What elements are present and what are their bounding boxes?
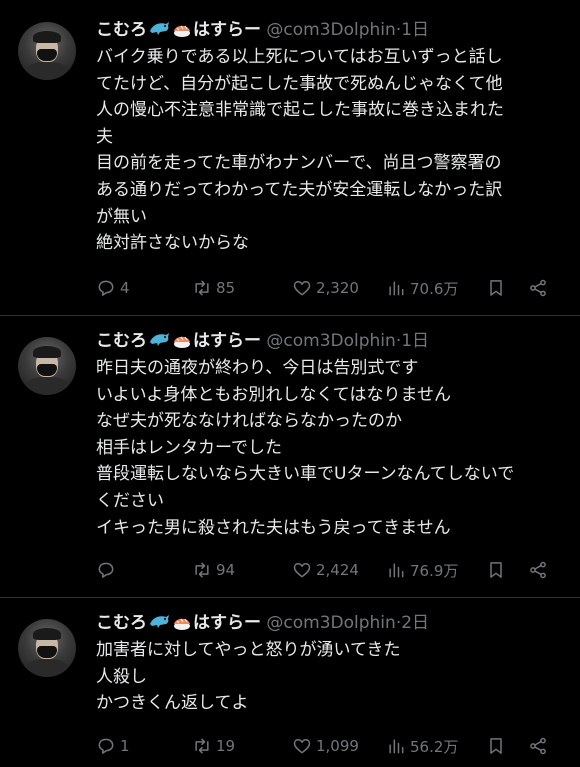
- timestamp[interactable]: 1日: [401, 20, 429, 40]
- tweet-line: いよいよ身体ともお別れしなくてはなりません: [96, 384, 451, 405]
- views-button[interactable]: 56.2万: [386, 734, 458, 758]
- like-count: 2,320: [316, 279, 359, 297]
- tweet-text: バイク乗りである以上死についてはお互いずっと話し てたけど、自分が起こした事故で…: [96, 44, 566, 257]
- reply-button[interactable]: 1: [96, 734, 130, 758]
- tweet-line: ある通りだってわかってた夫が安全運転しなかった訳: [96, 179, 503, 200]
- reply-icon: [98, 738, 114, 754]
- tweet-line: イキった男に殺された夫はもう戻ってきません: [96, 517, 451, 538]
- share-icon: [530, 737, 546, 755]
- avatar[interactable]: [18, 22, 76, 80]
- retweet-icon: [195, 738, 209, 754]
- reply-button[interactable]: [96, 558, 120, 582]
- bookmark-icon: [490, 280, 502, 296]
- reply-button[interactable]: 4: [96, 276, 130, 300]
- share-button[interactable]: [528, 558, 548, 582]
- view-count: 70.6万: [410, 279, 459, 298]
- bookmark-button[interactable]: [486, 734, 506, 758]
- tweet-line: ください: [96, 490, 164, 511]
- share-icon: [530, 561, 546, 579]
- like-count: 2,424: [316, 561, 359, 579]
- display-name-suffix[interactable]: はすらー: [193, 613, 261, 633]
- like-button[interactable]: 2,424: [292, 558, 359, 582]
- retweet-icon: [195, 280, 209, 296]
- display-name-suffix[interactable]: はすらー: [193, 331, 261, 351]
- display-name-suffix[interactable]: はすらー: [193, 20, 261, 40]
- view-count: 76.9万: [410, 561, 459, 580]
- reply-icon: [98, 562, 114, 578]
- retweet-button[interactable]: 85: [192, 276, 235, 300]
- dolphin-emoji: [148, 18, 170, 45]
- reply-count: 4: [120, 279, 130, 297]
- tweet-header: こむろ はすらー @com3Dolphin·1日: [96, 18, 429, 45]
- tweet[interactable]: こむろ はすらー @com3Dolphin·1日 バイク乗りである以上死については…: [0, 0, 580, 316]
- dolphin-emoji: [148, 611, 170, 638]
- handle[interactable]: @com3Dolphin: [266, 20, 395, 40]
- retweet-count: 85: [216, 279, 236, 297]
- timestamp[interactable]: 1日: [401, 331, 429, 351]
- tweet-line: 人の慢心不注意非常識で起こした事故に巻き込まれた: [96, 100, 504, 121]
- tweet[interactable]: こむろ はすらー @com3Dolphin·1日 昨日夫の通夜が終わり、今日は告別…: [0, 315, 580, 598]
- tweet-line: 加害者に対してやっと怒りが湧いてきた: [96, 640, 401, 660]
- tweet-line: 相手はレンタカーでした: [96, 437, 282, 458]
- tweet-line: バイク乗りである以上死についてはお互いずっと話し: [96, 47, 503, 67]
- bookmark-button[interactable]: [486, 276, 506, 300]
- avatar[interactable]: [18, 337, 76, 395]
- tweet-line: 人殺し: [96, 666, 147, 687]
- sushi-emoji: [172, 613, 192, 638]
- share-button[interactable]: [528, 276, 548, 300]
- tweet-text: 昨日夫の通夜が終わり、今日は告別式です いよいよ身体ともお別れしなくてはなりませ…: [96, 355, 566, 541]
- avatar[interactable]: [18, 619, 76, 677]
- tweet-actions: 94 2,424 76.9万: [96, 558, 566, 582]
- views-icon: [389, 563, 404, 578]
- views-button[interactable]: 76.9万: [386, 558, 458, 582]
- tweet-header: こむろ はすらー @com3Dolphin·2日: [96, 611, 429, 638]
- retweet-count: 19: [216, 737, 236, 755]
- tweet-header: こむろ はすらー @com3Dolphin·1日: [96, 329, 429, 356]
- sushi-emoji: [172, 20, 192, 45]
- tweet-line: てたけど、自分が起こした事故で死ぬんじゃなくて他: [96, 73, 503, 94]
- heart-icon: [293, 563, 311, 578]
- retweet-count: 94: [216, 561, 236, 579]
- tweet-line: かつきくん返してよ: [96, 693, 249, 714]
- tweet[interactable]: こむろ はすらー @com3Dolphin·2日 加害者に対してやっと怒りが湧いて…: [0, 597, 580, 767]
- view-count: 56.2万: [410, 737, 459, 756]
- like-count: 1,099: [316, 737, 359, 755]
- bookmark-icon: [490, 738, 502, 754]
- display-name[interactable]: こむろ: [96, 613, 147, 633]
- bookmark-icon: [490, 562, 502, 578]
- tweet-line: なぜ夫が死ななければならなかったのか: [96, 411, 402, 432]
- retweet-button[interactable]: 94: [192, 558, 235, 582]
- share-button[interactable]: [528, 734, 548, 758]
- handle[interactable]: @com3Dolphin: [266, 613, 395, 633]
- reply-count: 1: [120, 737, 130, 755]
- tweet-line: 普段運転しないなら大きい車でUターンなんてしないで: [96, 464, 515, 485]
- dolphin-emoji: [148, 329, 170, 356]
- heart-icon: [293, 739, 311, 754]
- share-icon: [530, 279, 546, 297]
- retweet-button[interactable]: 19: [192, 734, 235, 758]
- retweet-icon: [195, 562, 209, 578]
- reply-icon: [98, 280, 114, 296]
- timestamp[interactable]: 2日: [401, 613, 429, 633]
- like-button[interactable]: 2,320: [292, 276, 359, 300]
- tweet-actions: 1 19 1,099 56.2万: [96, 734, 566, 758]
- views-button[interactable]: 70.6万: [386, 276, 458, 300]
- tweet-line: 目の前を走ってた車がわナンバーで、尚且つ警察署の: [96, 153, 502, 174]
- tweet-line: 絶対許さないからな: [96, 233, 249, 254]
- tweet-actions: 4 85 2,320 70.6万: [96, 276, 566, 300]
- tweet-line: 昨日夫の通夜が終わり、今日は告別式です: [96, 358, 419, 378]
- views-icon: [389, 739, 404, 754]
- display-name[interactable]: こむろ: [96, 20, 147, 40]
- tweet-text: 加害者に対してやっと怒りが湧いてきた 人殺し かつきくん返してよ: [96, 637, 566, 717]
- tweet-line: 夫: [96, 126, 113, 147]
- views-icon: [389, 281, 404, 296]
- like-button[interactable]: 1,099: [292, 734, 359, 758]
- sushi-emoji: [172, 331, 192, 356]
- handle[interactable]: @com3Dolphin: [266, 331, 395, 351]
- bookmark-button[interactable]: [486, 558, 506, 582]
- display-name[interactable]: こむろ: [96, 331, 147, 351]
- tweet-line: が無い: [96, 206, 147, 227]
- heart-icon: [293, 281, 311, 296]
